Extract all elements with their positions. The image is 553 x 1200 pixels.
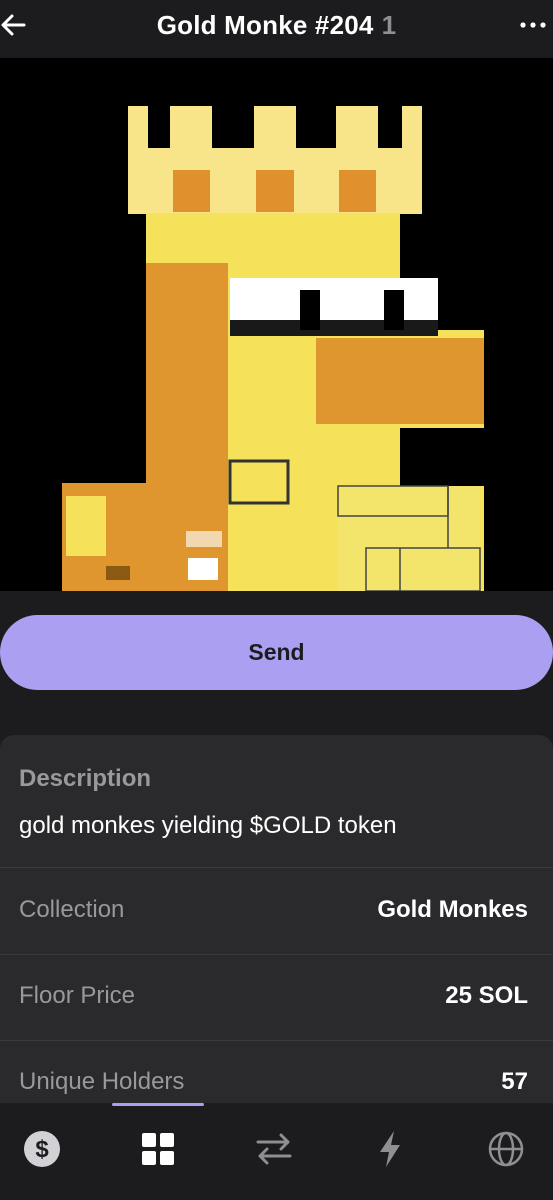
- attribute-label: Floor Price: [19, 982, 136, 1009]
- description-section: Description gold monkes yielding $GOLD t…: [0, 735, 553, 868]
- globe-icon[interactable]: [482, 1125, 530, 1173]
- nft-details-card: Description gold monkes yielding $GOLD t…: [0, 735, 553, 1115]
- svg-text:$: $: [35, 1136, 49, 1163]
- attribute-label: Unique Holders: [19, 1068, 185, 1095]
- attribute-row-floor-price: Floor Price 25 SOL: [0, 954, 553, 1041]
- attribute-value: 57: [501, 1068, 528, 1095]
- page-title: Gold Monke #204 1: [0, 10, 553, 41]
- swap-icon[interactable]: [250, 1125, 298, 1173]
- attribute-label: Collection: [19, 896, 125, 923]
- item-count: 1: [381, 10, 397, 40]
- bottom-tab-bar: $: [0, 1103, 553, 1200]
- description-text: gold monkes yielding $GOLD token: [19, 812, 397, 839]
- nft-image: [0, 58, 553, 592]
- grid-icon[interactable]: [134, 1125, 182, 1173]
- lightning-icon[interactable]: [366, 1125, 414, 1173]
- dollar-icon[interactable]: $: [18, 1125, 66, 1173]
- description-label: Description: [19, 765, 152, 792]
- active-tab-indicator: [112, 1103, 204, 1106]
- attribute-value: Gold Monkes: [377, 896, 528, 923]
- more-options-icon[interactable]: [517, 10, 549, 40]
- attribute-row-collection[interactable]: Collection Gold Monkes: [0, 868, 553, 955]
- top-nav-bar: Gold Monke #204 1: [0, 0, 553, 52]
- nft-name: Gold Monke #204: [156, 10, 374, 40]
- attribute-value: 25 SOL: [445, 982, 528, 1009]
- send-button[interactable]: Send: [0, 615, 553, 690]
